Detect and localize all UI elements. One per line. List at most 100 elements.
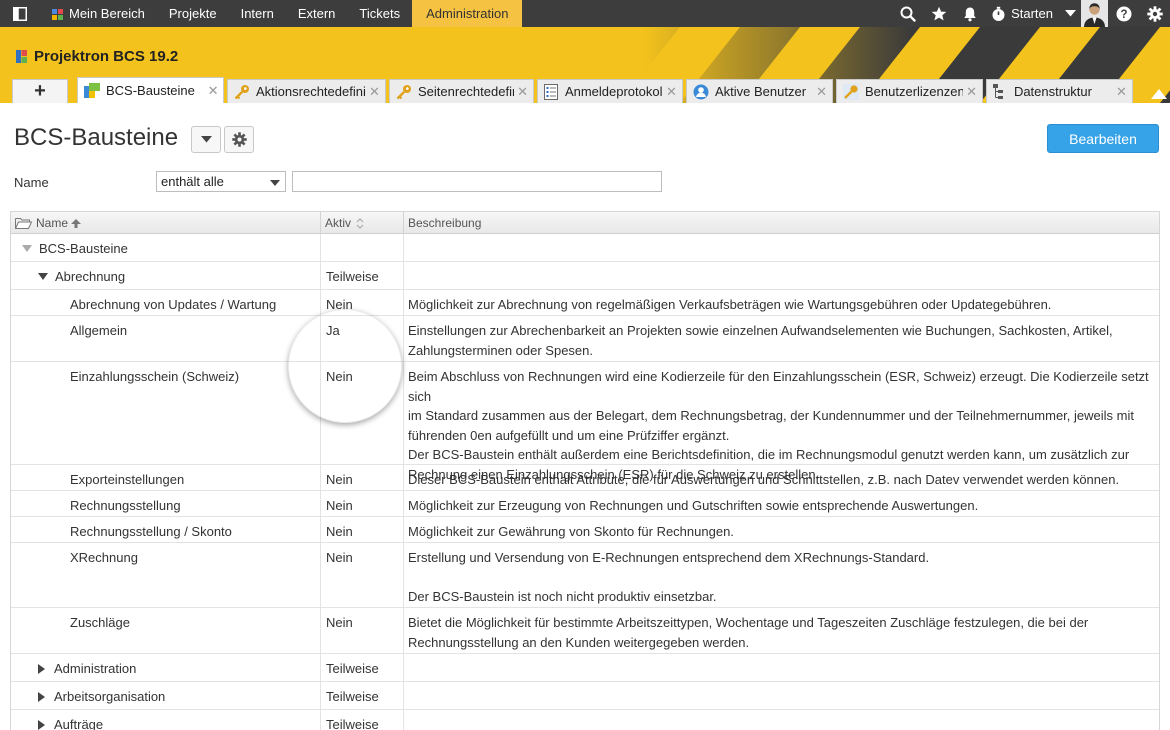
- description-line: im Standard zusammen aus der Belegart, d…: [408, 408, 1134, 423]
- tab-anmeldeprotokoll[interactable]: Anmeldeprotokoll ✕: [537, 79, 683, 103]
- row-name-cell: XRechnung: [11, 543, 321, 607]
- close-icon[interactable]: ✕: [516, 84, 529, 100]
- row-name: Rechnungsstellung / Skonto: [70, 524, 232, 539]
- sidebar-toggle-icon[interactable]: [0, 0, 40, 27]
- column-header-label: Beschreibung: [408, 216, 482, 230]
- description-line: Möglichkeit zur Abrechnung von regelmäßi…: [408, 297, 1052, 312]
- edit-button[interactable]: Bearbeiten: [1047, 124, 1159, 153]
- table-row[interactable]: Arbeitsorganisation Teilweise: [11, 682, 1159, 710]
- table-row[interactable]: Exporteinstellungen Nein Dieser BCS-Baus…: [11, 465, 1159, 491]
- tab-label: Seitenrechtedefinit: [418, 84, 514, 99]
- row-name-cell: Aufträge: [11, 710, 321, 730]
- row-description: Erstellung und Versendung von E-Rechnung…: [404, 543, 1159, 607]
- edit-button-label: Bearbeiten: [1069, 130, 1137, 147]
- table-row[interactable]: Abrechnung von Updates / Wartung Nein Mö…: [11, 290, 1159, 316]
- filter-label: Name: [14, 175, 49, 190]
- collapsed-arrow-icon[interactable]: [38, 719, 45, 730]
- close-icon[interactable]: ✕: [965, 84, 978, 100]
- row-description: Möglichkeit zur Erzeugung von Rechnungen…: [404, 491, 1159, 516]
- row-description: [404, 710, 1159, 730]
- expanded-arrow-icon[interactable]: [38, 273, 48, 281]
- tab-aktionsrechtedefinition[interactable]: Aktionsrechtedefiniti ✕: [227, 79, 386, 103]
- table-row[interactable]: Einzahlungsschein (Schweiz) Nein Beim Ab…: [11, 362, 1159, 482]
- collapsed-arrow-icon[interactable]: [38, 691, 45, 702]
- tab-datenstruktur[interactable]: Datenstruktur ✕: [986, 79, 1133, 103]
- license-key-icon: [843, 83, 859, 100]
- help-icon[interactable]: ?: [1108, 0, 1139, 27]
- nav-item-projekte[interactable]: Projekte: [157, 0, 229, 27]
- close-icon[interactable]: ✕: [207, 83, 219, 99]
- bcs-module-icon: [84, 82, 100, 99]
- chevron-down-icon: [200, 136, 212, 143]
- nav-item-administration[interactable]: Administration: [412, 0, 523, 27]
- gear-icon[interactable]: [1139, 0, 1170, 27]
- column-header-description[interactable]: Beschreibung: [404, 212, 1159, 234]
- bcs-modules-table: Name Aktiv Beschreibung BCS-Bausteine Ab…: [10, 211, 1160, 730]
- start-label: Starten: [1011, 6, 1053, 21]
- my-area-grid-icon: [52, 8, 63, 20]
- row-name: Allgemein: [70, 323, 128, 338]
- close-icon[interactable]: ✕: [368, 84, 381, 100]
- table-row[interactable]: Rechnungsstellung / Skonto Nein Möglichk…: [11, 517, 1159, 543]
- key-icon: [234, 84, 250, 100]
- table-row[interactable]: BCS-Bausteine: [11, 234, 1159, 262]
- description-line: Dieser BCS-Baustein enthält Attribute, d…: [408, 472, 1120, 487]
- table-row[interactable]: XRechnung Nein Erstellung und Versendung…: [11, 543, 1159, 608]
- table-row[interactable]: Abrechnung Teilweise: [11, 262, 1159, 290]
- nav-item-mein-bereich[interactable]: Mein Bereich: [40, 0, 157, 27]
- row-active: Teilweise: [321, 654, 404, 681]
- table-header: Name Aktiv Beschreibung: [11, 212, 1159, 234]
- star-icon[interactable]: [923, 0, 954, 27]
- column-header-active[interactable]: Aktiv: [321, 212, 404, 234]
- tab-bcs-bausteine[interactable]: BCS-Bausteine ✕: [77, 77, 224, 103]
- bell-icon[interactable]: [954, 0, 985, 27]
- app-title: Projektron BCS 19.2: [16, 48, 178, 65]
- filter-value-input[interactable]: [292, 171, 662, 192]
- search-icon[interactable]: [892, 0, 923, 27]
- close-icon[interactable]: ✕: [1115, 84, 1128, 100]
- add-tab-label: +: [34, 80, 46, 102]
- add-tab-button[interactable]: +: [12, 79, 68, 103]
- table-row[interactable]: Rechnungsstellung Nein Möglichkeit zur E…: [11, 491, 1159, 517]
- close-icon[interactable]: ✕: [665, 84, 678, 100]
- collapsed-arrow-icon[interactable]: [38, 663, 45, 674]
- tab-overflow-arrow-icon[interactable]: [1151, 89, 1167, 99]
- start-timer-button[interactable]: Starten: [985, 0, 1059, 27]
- row-active: [321, 234, 404, 261]
- row-name-cell: Einzahlungsschein (Schweiz): [11, 362, 321, 464]
- tab-label: Aktive Benutzer: [715, 84, 807, 99]
- nav-item-label: Projekte: [168, 6, 217, 21]
- table-row[interactable]: Allgemein Ja Einstellungen zur Abrechenb…: [11, 316, 1159, 362]
- row-active: Nein: [321, 543, 404, 607]
- tab-benutzerlizenzen[interactable]: Benutzerlizenzen ✕: [836, 79, 983, 103]
- row-name: Aufträge: [54, 717, 104, 730]
- top-navigation-bar: Mein Bereich Projekte Intern Extern Tick…: [0, 0, 1170, 27]
- row-name: Arbeitsorganisation: [54, 689, 166, 704]
- column-header-name[interactable]: Name: [11, 212, 321, 234]
- row-active: Teilweise: [321, 682, 404, 709]
- view-options-button[interactable]: [191, 126, 221, 153]
- table-row[interactable]: Zuschläge Nein Bietet die Möglichkeit fü…: [11, 608, 1159, 654]
- start-dropdown-chevron-down-icon[interactable]: [1059, 0, 1081, 27]
- nav-item-tickets[interactable]: Tickets: [347, 0, 412, 27]
- row-description: Bietet die Möglichkeit für bestimmte Arb…: [404, 608, 1159, 653]
- nav-item-intern[interactable]: Intern: [229, 0, 286, 27]
- row-name-cell: Zuschläge: [11, 608, 321, 653]
- description-line: Erstellung und Versendung von E-Rechnung…: [408, 550, 930, 565]
- tab-label: Benutzerlizenzen: [865, 84, 964, 99]
- row-description: [404, 682, 1159, 709]
- svg-text:?: ?: [1120, 9, 1127, 21]
- tab-aktive-benutzer[interactable]: Aktive Benutzer ✕: [686, 79, 833, 103]
- table-row[interactable]: Administration Teilweise: [11, 654, 1159, 682]
- table-row[interactable]: Aufträge Teilweise: [11, 710, 1159, 730]
- filter-operator-select[interactable]: enthält alle: [156, 171, 286, 192]
- nav-item-extern[interactable]: Extern: [286, 0, 348, 27]
- expanded-arrow-icon[interactable]: [22, 245, 32, 253]
- filter-operator-value: enthält alle: [161, 174, 224, 189]
- tab-seitenrechtedefinition[interactable]: Seitenrechtedefinit ✕: [389, 79, 534, 103]
- sort-neutral-icon: [356, 217, 364, 229]
- close-icon[interactable]: ✕: [815, 84, 828, 100]
- row-name-cell: Allgemein: [11, 316, 321, 361]
- page-settings-button[interactable]: [224, 126, 254, 153]
- avatar[interactable]: [1081, 0, 1108, 27]
